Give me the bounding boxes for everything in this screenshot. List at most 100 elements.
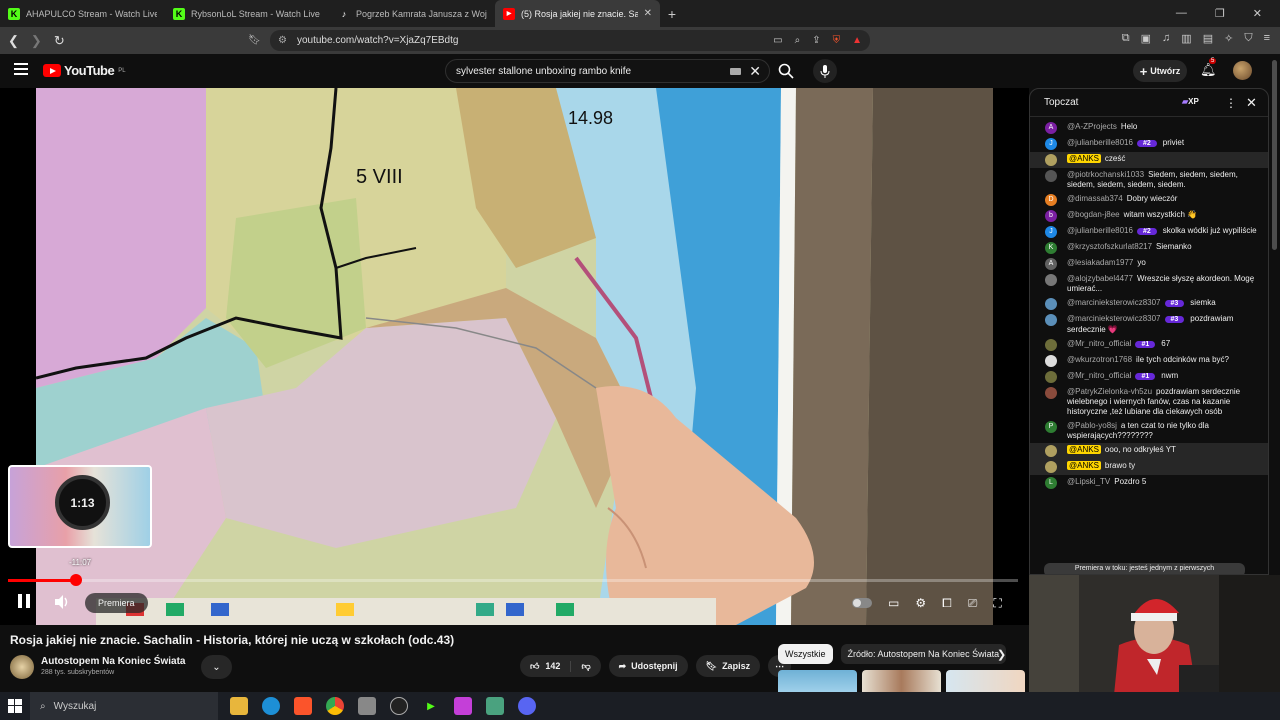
taskbar-search[interactable]: ⌕ Wyszukaj bbox=[30, 692, 218, 720]
chat-author-avatar[interactable]: b bbox=[1045, 210, 1057, 222]
subscription-dropdown[interactable]: ⌄ bbox=[201, 655, 232, 679]
back-arrow-icon[interactable]: ❮ bbox=[8, 33, 19, 49]
edge-icon[interactable] bbox=[262, 697, 280, 715]
chat-author-name[interactable]: @ANKS bbox=[1067, 154, 1101, 163]
new-tab-button[interactable]: + bbox=[660, 6, 684, 22]
search-button[interactable] bbox=[772, 59, 800, 83]
cast-icon[interactable]: ⎚ bbox=[968, 596, 978, 611]
chat-author-name[interactable]: @ANKS bbox=[1067, 445, 1101, 454]
chat-author-avatar[interactable]: D bbox=[1045, 194, 1057, 206]
page-scrollbar[interactable] bbox=[1272, 60, 1277, 250]
chat-author-avatar[interactable] bbox=[1045, 339, 1057, 351]
video-frame[interactable]: 5 VIII 14.98 bbox=[36, 88, 993, 625]
chat-author-name[interactable]: @ANKS bbox=[1067, 461, 1101, 470]
chat-author-name[interactable]: @julianberille8016 bbox=[1067, 138, 1133, 147]
brave-icon[interactable] bbox=[294, 697, 312, 715]
progress-bar[interactable] bbox=[8, 574, 1018, 586]
vpn-icon[interactable]: ⛉ bbox=[1244, 32, 1252, 45]
subtitles-icon[interactable]: ▭ bbox=[888, 596, 899, 611]
chat-author-avatar[interactable] bbox=[1045, 314, 1057, 326]
create-button[interactable]: + Utwórz bbox=[1133, 60, 1187, 82]
chat-author-avatar[interactable] bbox=[1045, 170, 1057, 182]
chat-author-name[interactable]: @Pablo-yo8sj bbox=[1067, 421, 1117, 430]
related-video-thumbnail[interactable] bbox=[862, 670, 941, 692]
sidebar-icon[interactable]: ▥ bbox=[1181, 32, 1191, 45]
close-tab-icon[interactable]: ✕ bbox=[644, 8, 652, 19]
chat-author-avatar[interactable]: A bbox=[1045, 122, 1057, 134]
voice-search-button[interactable] bbox=[813, 59, 837, 83]
chat-author-name[interactable]: @A-ZProjects bbox=[1067, 122, 1117, 131]
chat-author-avatar[interactable]: L bbox=[1045, 477, 1057, 489]
chat-author-avatar[interactable]: P bbox=[1045, 421, 1057, 433]
chat-mode-selector[interactable]: Topczat bbox=[1044, 97, 1078, 108]
volume-button[interactable] bbox=[53, 594, 71, 613]
close-window-button[interactable]: ✕ bbox=[1253, 7, 1262, 20]
related-video-thumbnail[interactable] bbox=[946, 670, 1025, 692]
chat-author-name[interactable]: @lesiakadam1977 bbox=[1067, 258, 1133, 267]
chrome-icon[interactable] bbox=[326, 697, 344, 715]
start-button[interactable] bbox=[0, 699, 30, 713]
chat-author-name[interactable]: @PatrykZielonka-vh5zu bbox=[1067, 387, 1152, 396]
chat-author-avatar[interactable] bbox=[1045, 274, 1057, 286]
chat-author-name[interactable]: @wkurzotron1768 bbox=[1067, 355, 1132, 364]
chat-author-name[interactable]: @Lipski_TV bbox=[1067, 477, 1110, 486]
share-icon[interactable]: ⇪ bbox=[812, 35, 820, 46]
brave-rewards-icon[interactable]: ▲ bbox=[852, 35, 862, 46]
related-video-thumbnail[interactable] bbox=[778, 670, 857, 692]
media-icon[interactable]: ♫ bbox=[1162, 32, 1170, 45]
browser-tab[interactable]: K AHAPULCO Stream - Watch Live on K bbox=[0, 0, 165, 27]
chat-author-name[interactable]: @bogdan-j8ee bbox=[1067, 210, 1120, 219]
chat-author-name[interactable]: @marcinieksterowicz8307 bbox=[1067, 298, 1161, 307]
forward-arrow-icon[interactable]: ❯ bbox=[31, 33, 42, 49]
save-button[interactable]: 🔖︎ Zapisz bbox=[695, 655, 761, 677]
chat-author-avatar[interactable]: J bbox=[1045, 138, 1057, 150]
chat-author-avatar[interactable]: A bbox=[1045, 258, 1057, 270]
chat-author-avatar[interactable] bbox=[1045, 461, 1057, 473]
kick-app-icon[interactable]: ▶ bbox=[422, 697, 440, 715]
app-icon[interactable] bbox=[358, 697, 376, 715]
browser-tab[interactable]: K RybsonLoL Stream - Watch Live on K bbox=[165, 0, 330, 27]
chat-author-name[interactable]: @dimassab374 bbox=[1067, 194, 1123, 203]
search-input[interactable]: sylvester stallone unboxing rambo knife … bbox=[445, 59, 770, 83]
brave-wallet-icon[interactable]: ▤ bbox=[1203, 32, 1213, 45]
pause-button[interactable] bbox=[16, 592, 32, 613]
notifications-button[interactable]: 🔔︎ 5 bbox=[1200, 58, 1217, 78]
app-icon[interactable] bbox=[454, 697, 472, 715]
chat-author-name[interactable]: @Mr_nitro_official bbox=[1067, 371, 1131, 380]
dislike-button[interactable]: 👎︎ bbox=[571, 661, 600, 672]
xp-badge[interactable]: ▰XP bbox=[1182, 97, 1199, 106]
chat-author-avatar[interactable]: J bbox=[1045, 226, 1057, 238]
close-chat-icon[interactable]: ✕ bbox=[1246, 95, 1257, 111]
browser-tab[interactable]: ♪ Pogrzeb Kamrata Janusza z Wojciech bbox=[330, 0, 495, 27]
chip-source[interactable]: Źródło: Autostopem Na Koniec Świata bbox=[840, 644, 1007, 664]
chat-author-avatar[interactable] bbox=[1045, 154, 1057, 166]
chat-author-avatar[interactable] bbox=[1045, 298, 1057, 310]
chat-menu-icon[interactable]: ⋮ bbox=[1225, 96, 1237, 110]
share-button[interactable]: ➦ Udostępnij bbox=[608, 655, 688, 677]
channel-avatar[interactable] bbox=[10, 655, 34, 679]
chat-author-name[interactable]: @marcinieksterowicz8307 bbox=[1067, 314, 1161, 323]
wallet-icon[interactable]: ▣ bbox=[1141, 32, 1151, 45]
browser-tab-active[interactable]: ▶ (5) Rosja jakiej nie znacie. Sac ✕ bbox=[495, 0, 660, 27]
chat-author-avatar[interactable] bbox=[1045, 387, 1057, 399]
extensions-icon[interactable]: ⧉ bbox=[1122, 32, 1130, 45]
chat-author-name[interactable]: @krzysztofszkurlat8217 bbox=[1067, 242, 1152, 251]
url-field[interactable]: 🔖︎ ⚙︎ youtube.com/watch?v=XjaZq7EBdtg ▭ … bbox=[248, 30, 870, 51]
menu-icon[interactable]: ≡ bbox=[1264, 32, 1270, 45]
chat-author-name[interactable]: @Mr_nitro_official bbox=[1067, 339, 1131, 348]
clear-search-icon[interactable]: ✕ bbox=[749, 63, 761, 80]
brave-shield-icon[interactable]: ⛨ bbox=[833, 35, 841, 46]
reload-icon[interactable]: ↻ bbox=[54, 33, 65, 49]
chat-author-avatar[interactable] bbox=[1045, 355, 1057, 367]
channel-name[interactable]: Autostopem Na Koniec Świata bbox=[41, 656, 185, 667]
miniplayer-icon[interactable]: ⧠ bbox=[942, 596, 952, 611]
file-explorer-icon[interactable] bbox=[230, 697, 248, 715]
obs-icon[interactable] bbox=[390, 697, 408, 715]
hamburger-menu-icon[interactable] bbox=[14, 63, 28, 75]
cast-icon[interactable]: ▭ bbox=[773, 35, 782, 46]
youtube-logo[interactable]: YouTube PL bbox=[43, 63, 126, 78]
chat-author-name[interactable]: @julianberille8016 bbox=[1067, 226, 1133, 235]
progress-scrubber-handle[interactable] bbox=[69, 574, 82, 586]
chip-all[interactable]: Wszystkie bbox=[778, 644, 833, 664]
discord-icon[interactable] bbox=[518, 697, 536, 715]
